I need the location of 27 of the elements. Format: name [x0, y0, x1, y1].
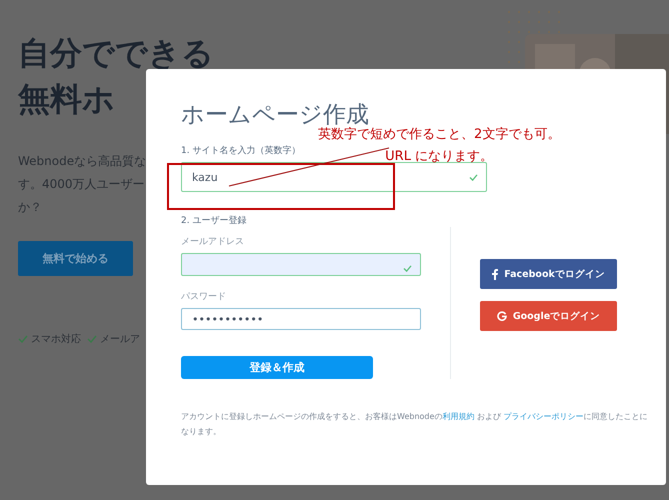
- hero-heading: 無料ホ: [18, 79, 115, 120]
- field-label: パスワード: [181, 290, 226, 303]
- site-name-field[interactable]: kazu: [181, 162, 487, 192]
- terms-text: アカウントに登録しホームページの作成をすると、お客様はWebnodeの利用規約 および プライバシーポリシーに同意したことになります。: [181, 411, 648, 438]
- hero-description: Webnodeなら高品質な す。4000万人ユーザー か？: [18, 153, 146, 216]
- register-button[interactable]: 登録＆作成: [181, 356, 373, 380]
- check-icon: [469, 174, 478, 181]
- check-icon: [18, 335, 28, 343]
- google-icon: [496, 311, 507, 321]
- dialog-title: ホームページ作成: [181, 101, 370, 128]
- email-field[interactable]: [181, 253, 421, 276]
- hero-heading: 自分でできる: [18, 33, 214, 74]
- feature-label: メールア: [100, 333, 140, 346]
- field-label: メールアドレス: [181, 236, 244, 248]
- feature-label: スマホ対応: [31, 332, 81, 346]
- google-login-button[interactable]: Googleでログイン: [480, 301, 617, 331]
- privacy-policy-link[interactable]: プライバシーポリシー: [504, 412, 584, 421]
- check-icon: [87, 335, 97, 343]
- annotation-text: 英数字で短めで作ること、2文字でも可。: [318, 126, 560, 144]
- facebook-login-button[interactable]: Facebookでログイン: [480, 259, 617, 289]
- section-label: 2. ユーザー登録: [181, 214, 246, 227]
- check-icon: [403, 265, 412, 272]
- facebook-icon: [492, 268, 498, 280]
- start-free-button[interactable]: 無料で始める: [18, 241, 133, 276]
- field-label: 1. サイト名を入力（英数字）: [181, 144, 300, 157]
- password-field[interactable]: •••••••••••: [181, 308, 421, 330]
- terms-link[interactable]: 利用規約: [442, 412, 474, 421]
